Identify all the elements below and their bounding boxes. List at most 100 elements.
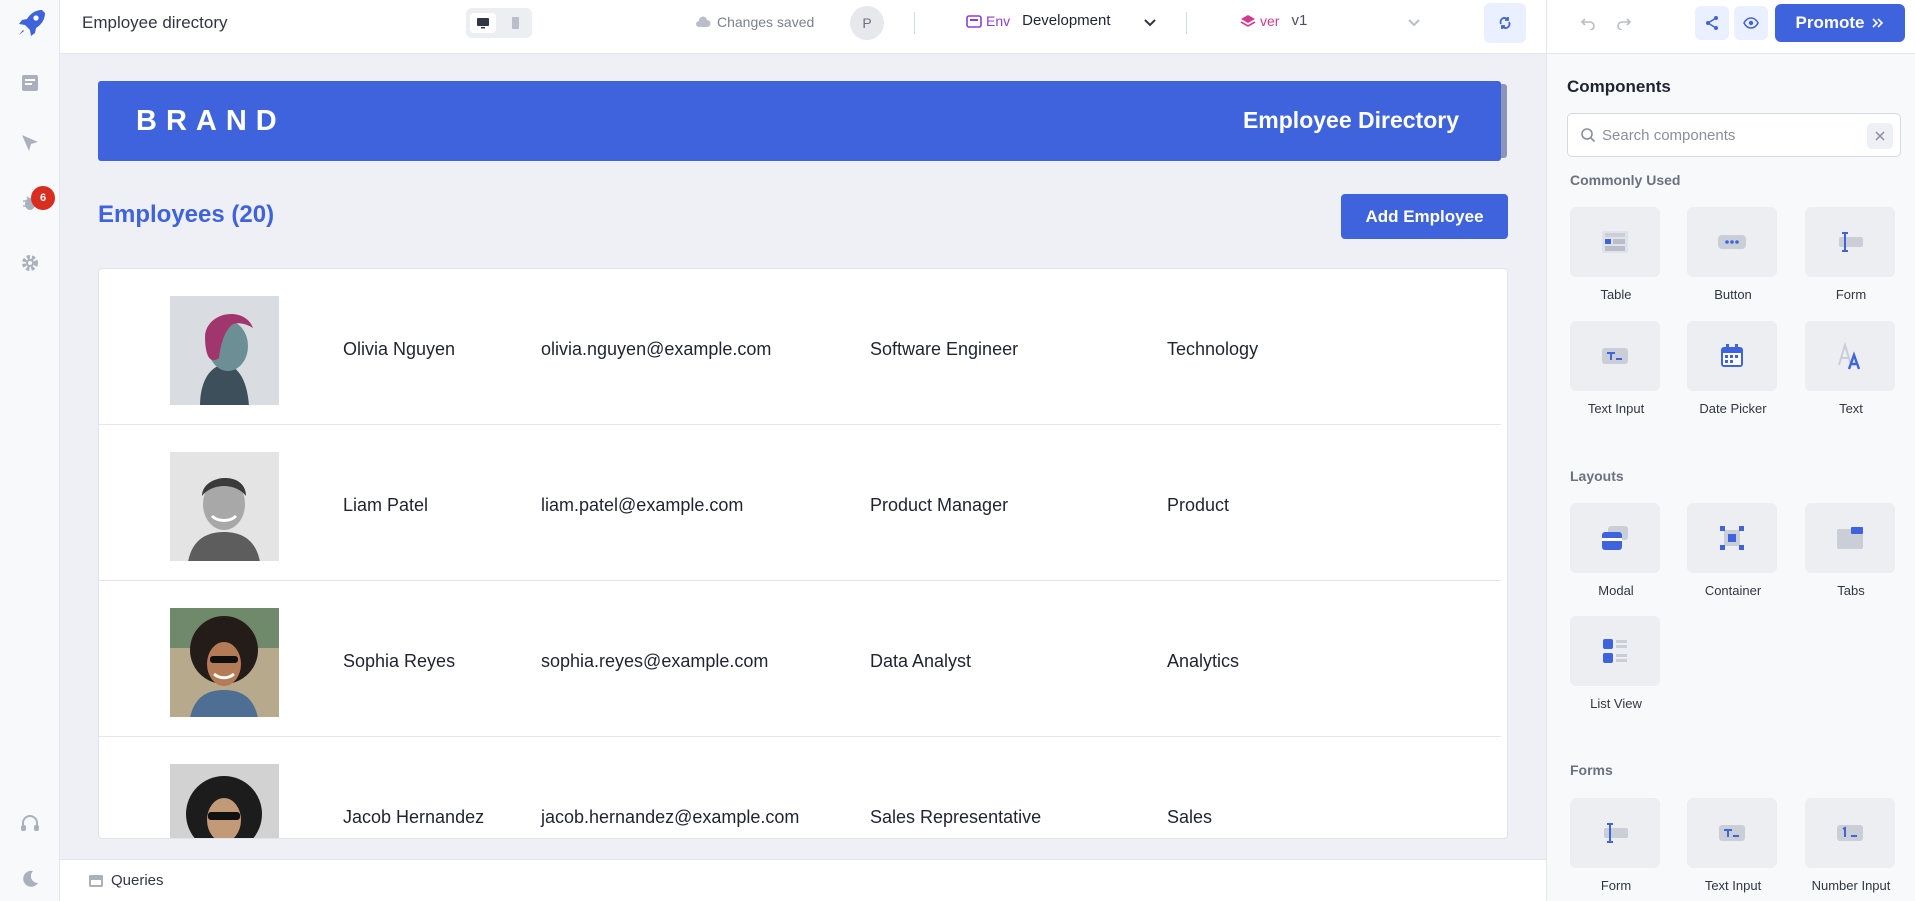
component-label: Form: [1600, 878, 1632, 893]
number-input-icon: [1805, 798, 1895, 868]
right-toolbar: Promote: [1546, 0, 1915, 54]
employee-department: Analytics: [1167, 651, 1240, 671]
list-item[interactable]: Liam Patel liam.patel@example.com Produc…: [99, 425, 1501, 581]
tabs-icon: [1805, 503, 1895, 573]
ver-chevron-down-icon[interactable]: [1406, 14, 1422, 35]
section-title: Commonly Used: [1570, 172, 1681, 188]
bottom-bar: Queries: [60, 859, 1546, 901]
employee-role: Data Analyst: [870, 651, 972, 671]
queries-label: Queries: [111, 872, 164, 889]
dark-mode-moon-icon[interactable]: [18, 867, 42, 891]
employee-photo: [170, 764, 279, 838]
ver-value: v1: [1291, 12, 1308, 29]
component-label: List View: [1590, 696, 1642, 711]
employee-list: Olivia Nguyen olivia.nguyen@example.com …: [98, 268, 1508, 839]
component-text-input[interactable]: Text Input: [1687, 798, 1779, 893]
queries-toggle[interactable]: Queries: [88, 872, 164, 889]
component-text-input[interactable]: Text Input: [1570, 321, 1662, 416]
employee-email: sophia.reyes@example.com: [541, 651, 769, 671]
component-label: Date Picker: [1699, 401, 1767, 416]
debugger-count-badge: 6: [31, 186, 55, 210]
component-form[interactable]: Form: [1805, 207, 1897, 302]
component-label: Form: [1835, 287, 1867, 302]
component-number-input[interactable]: Number Input: [1805, 798, 1897, 893]
left-sidebar: 6: [0, 0, 60, 901]
cloud-check-icon: [696, 16, 711, 27]
add-employee-button[interactable]: Add Employee: [1341, 194, 1508, 239]
section-title: Forms: [1570, 762, 1613, 778]
pages-icon[interactable]: [18, 71, 42, 95]
text-input-icon: [1687, 798, 1777, 868]
share-icon: [1706, 16, 1718, 30]
promote-label: Promote: [1795, 13, 1865, 32]
desktop-view-icon[interactable]: [470, 13, 496, 33]
component-label: Text Input: [1587, 401, 1645, 416]
banner-title: Employee Directory: [1242, 107, 1459, 133]
employee-email: jacob.hernandez@example.com: [541, 807, 800, 827]
form-cursor-icon: [1805, 207, 1895, 277]
header-banner[interactable]: BRAND Employee Directory: [98, 81, 1501, 161]
employee-role: Product Manager: [870, 495, 1009, 515]
section-title: Layouts: [1570, 468, 1624, 484]
environment-selector[interactable]: Env Development: [966, 12, 1111, 29]
employee-name: Olivia Nguyen: [343, 339, 456, 359]
container-icon: [1687, 503, 1777, 573]
rocket-logo-icon[interactable]: [14, 6, 48, 40]
employee-name: Jacob Hernandez: [343, 807, 485, 827]
promote-button[interactable]: Promote: [1775, 4, 1905, 42]
clear-search-button[interactable]: [1867, 123, 1893, 149]
component-container[interactable]: Container: [1687, 503, 1779, 598]
env-value: Development: [1022, 12, 1111, 29]
component-label: Container: [1704, 583, 1762, 598]
ver-tag: ver: [1240, 13, 1279, 29]
divider: [1186, 12, 1187, 34]
component-label: Text Input: [1704, 878, 1762, 893]
banner-resize-handle[interactable]: [1501, 84, 1507, 158]
component-button[interactable]: Button: [1687, 207, 1779, 302]
env-tag: Env: [966, 13, 1010, 29]
mobile-view-icon[interactable]: [502, 13, 528, 33]
employee-role: Sales Representative: [870, 807, 1042, 827]
divider: [914, 12, 915, 34]
user-avatar[interactable]: P: [850, 6, 884, 40]
close-icon: [1875, 131, 1885, 141]
env-chevron-down-icon[interactable]: [1142, 14, 1158, 35]
component-label: Tabs: [1837, 583, 1865, 598]
component-text[interactable]: Text: [1805, 321, 1897, 416]
sync-arrows-icon: [1499, 17, 1511, 29]
employee-email: olivia.nguyen@example.com: [541, 339, 772, 359]
button-icon: [1687, 207, 1777, 277]
share-button[interactable]: [1695, 6, 1729, 40]
preview-button[interactable]: [1734, 6, 1768, 40]
list-item[interactable]: Olivia Nguyen olivia.nguyen@example.com …: [99, 269, 1501, 425]
sync-button[interactable]: [1484, 3, 1526, 43]
save-status-text: Changes saved: [717, 14, 815, 30]
search-input[interactable]: [1602, 124, 1852, 146]
employee-department: Product: [1167, 495, 1230, 515]
component-label: Modal: [1598, 583, 1634, 598]
list-item[interactable]: Jacob Hernandez jacob.hernandez@example.…: [99, 737, 1501, 838]
support-headset-icon[interactable]: [18, 812, 42, 836]
layers-icon: [1240, 14, 1256, 27]
search-icon: [1581, 128, 1596, 143]
component-label: Button: [1714, 287, 1752, 302]
component-form[interactable]: Form: [1570, 798, 1662, 893]
component-tabs[interactable]: Tabs: [1805, 503, 1897, 598]
list-item[interactable]: Sophia Reyes sophia.reyes@example.com Da…: [99, 581, 1501, 737]
redo-icon[interactable]: [1609, 8, 1639, 38]
employee-photo: [170, 608, 279, 717]
component-modal[interactable]: Modal: [1570, 503, 1662, 598]
employees-heading: Employees (20): [98, 201, 275, 228]
component-label: Table: [1600, 287, 1632, 302]
version-selector[interactable]: ver v1: [1240, 12, 1307, 29]
environment-icon: [966, 14, 982, 28]
settings-gear-icon[interactable]: [18, 251, 42, 275]
inspector-icon[interactable]: [18, 131, 42, 155]
component-date-picker[interactable]: Date Picker: [1687, 321, 1779, 416]
undo-icon[interactable]: [1573, 8, 1603, 38]
employee-name: Sophia Reyes: [343, 651, 456, 671]
calendar-icon: [1687, 321, 1777, 391]
component-list-view[interactable]: List View: [1570, 616, 1662, 711]
component-table[interactable]: Table: [1570, 207, 1662, 302]
app-title[interactable]: Employee directory: [82, 13, 228, 33]
